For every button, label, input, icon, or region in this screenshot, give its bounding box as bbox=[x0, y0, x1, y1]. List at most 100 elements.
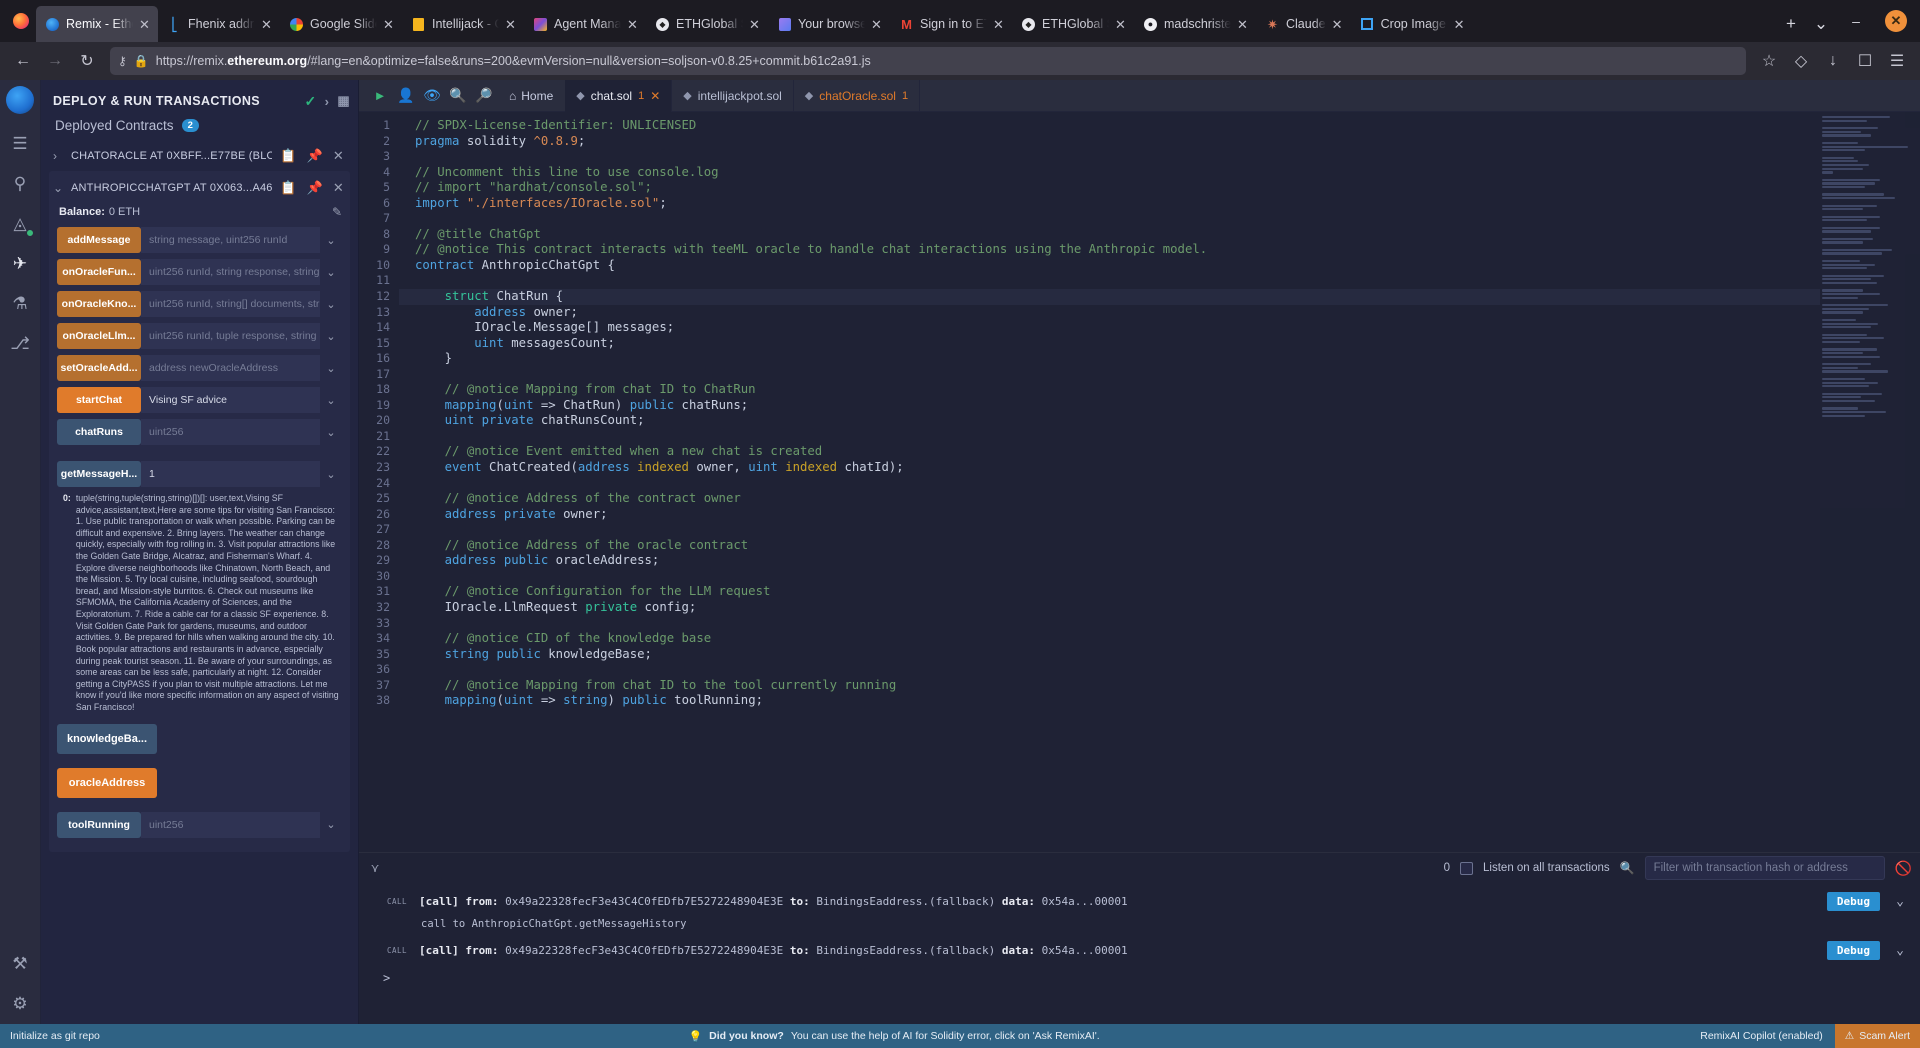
bookmark-star-icon[interactable]: ☆ bbox=[1754, 46, 1784, 76]
chevron-down-icon[interactable]: ⌄ bbox=[320, 812, 342, 838]
browser-tab-9[interactable]: ● madschristen ✕ bbox=[1134, 6, 1256, 42]
git-icon[interactable]: ⎇ bbox=[0, 324, 41, 364]
file-explorer-icon[interactable]: ☰ bbox=[0, 124, 41, 164]
solidity-compiler-icon[interactable]: ◬ bbox=[0, 204, 41, 244]
function-button[interactable]: startChat bbox=[57, 387, 141, 413]
getmessagehistory-button[interactable]: getMessageH... bbox=[57, 461, 141, 487]
edit-icon[interactable]: ✎ bbox=[332, 205, 342, 219]
chevron-down-icon[interactable]: ⌄ bbox=[320, 227, 342, 253]
tab-close-icon[interactable]: ✕ bbox=[993, 18, 1004, 31]
chevron-down-icon[interactable]: ⌄ bbox=[53, 181, 65, 195]
tab-close-icon[interactable]: ✕ bbox=[871, 18, 882, 31]
function-input[interactable]: string message, uint256 runId bbox=[141, 227, 320, 253]
forward-button[interactable]: → bbox=[40, 46, 70, 76]
browser-tab-4[interactable]: Agent Manage ✕ bbox=[524, 6, 646, 42]
plugin-manager-icon[interactable]: ⚒ bbox=[0, 944, 41, 984]
tab-close-icon[interactable]: ✕ bbox=[505, 18, 516, 31]
browser-tab-11[interactable]: Crop Image - ✕ bbox=[1351, 6, 1473, 42]
eye-icon[interactable]: 👁 bbox=[419, 80, 445, 112]
browser-tab-10[interactable]: ✷ Claude ✕ bbox=[1256, 6, 1351, 42]
chevron-down-icon[interactable]: ⌄ bbox=[320, 419, 342, 445]
browser-tab-7[interactable]: M Sign in to ETH ✕ bbox=[890, 6, 1012, 42]
terminal-prompt[interactable]: > bbox=[359, 965, 1920, 985]
pocket-icon[interactable]: ◇ bbox=[1786, 46, 1816, 76]
debug-button[interactable]: Debug bbox=[1826, 941, 1880, 960]
browser-tab-6[interactable]: Your browser ✕ bbox=[768, 6, 890, 42]
pin-icon[interactable]: 📌 bbox=[305, 148, 325, 164]
run-icon[interactable]: ► bbox=[367, 80, 393, 112]
chevron-down-icon[interactable]: ⌄ bbox=[320, 291, 342, 317]
contract-row-anthropicchatgpt[interactable]: ⌄ ANTHROPICCHATGPT AT 0X063...A46A2 (BL(… bbox=[49, 173, 350, 203]
function-input[interactable]: Vising SF advice bbox=[141, 387, 320, 413]
chevron-right-icon[interactable]: › bbox=[53, 149, 65, 163]
getmessagehistory-input[interactable]: 1 bbox=[141, 461, 320, 487]
function-input[interactable]: address newOracleAddress bbox=[141, 355, 320, 381]
copy-icon[interactable]: 📋 bbox=[278, 180, 298, 196]
browser-tab-2[interactable]: Google Slides ✕ bbox=[280, 6, 402, 42]
chevron-down-icon[interactable]: ⌄ bbox=[320, 355, 342, 381]
downloads-icon[interactable]: ↓ bbox=[1818, 46, 1848, 76]
zoom-in-icon[interactable]: 🔎 bbox=[471, 80, 497, 112]
close-window-button[interactable]: ✕ bbox=[1876, 0, 1916, 42]
tab-close-icon[interactable]: ✕ bbox=[139, 18, 150, 31]
function-input[interactable]: uint256 bbox=[141, 419, 320, 445]
tab-close-icon[interactable]: ✕ bbox=[1454, 18, 1465, 31]
function-input[interactable]: uint256 runId, string response, string e… bbox=[141, 259, 320, 285]
address-bar[interactable]: ⚷ 🔒 https://remix.ethereum.org/#lang=en&… bbox=[110, 47, 1746, 75]
no-entry-icon[interactable]: 🚫 bbox=[1895, 860, 1912, 877]
chevron-down-icon[interactable]: ⌄ bbox=[320, 259, 342, 285]
zoom-out-icon[interactable]: 🔍 bbox=[445, 80, 471, 112]
browser-tab-8[interactable]: ◆ ETHGlobal Sa ✕ bbox=[1012, 6, 1134, 42]
tab-close-icon[interactable]: ✕ bbox=[1237, 18, 1248, 31]
account-icon[interactable]: 👤 bbox=[393, 80, 419, 112]
search-icon[interactable]: ⚲ bbox=[0, 164, 41, 204]
tab-close-icon[interactable]: ✕ bbox=[261, 18, 272, 31]
knowledgebase-button[interactable]: knowledgeBa... bbox=[57, 723, 157, 754]
chevron-down-icon[interactable]: ⌄ bbox=[320, 323, 342, 349]
terminal-log-row[interactable]: CALL [call] from: 0x49a22328fecF3e43C4C0f… bbox=[359, 936, 1920, 965]
chevron-down-icon[interactable]: ⌄ bbox=[320, 387, 342, 413]
browser-tab-1[interactable]: ⎣ Fhenix addres ✕ bbox=[158, 6, 280, 42]
function-input[interactable]: uint256 runId, tuple response, string er… bbox=[141, 323, 320, 349]
tab-close-icon[interactable]: ✕ bbox=[1332, 18, 1343, 31]
source-code[interactable]: // SPDX-License-Identifier: UNLICENSED pr… bbox=[399, 112, 1820, 852]
home-tab[interactable]: ⌂ Home bbox=[497, 80, 565, 112]
tab-list-button[interactable]: ⌄ bbox=[1806, 6, 1836, 42]
function-button[interactable]: onOracleFun... bbox=[57, 259, 141, 285]
editor-tab-1[interactable]: ◆ intellijackpot.sol bbox=[672, 79, 794, 112]
code-minimap[interactable] bbox=[1820, 112, 1920, 852]
toolrunning-button[interactable]: toolRunning bbox=[57, 811, 141, 838]
tab-close-icon[interactable]: ✕ bbox=[749, 18, 760, 31]
editor-tab-2[interactable]: ◆ chatOracle.sol 1 bbox=[794, 79, 921, 112]
toolrunning-input[interactable]: uint256 bbox=[141, 811, 320, 838]
chevron-down-icon[interactable]: ⌄ bbox=[320, 461, 342, 487]
browser-tab-0[interactable]: Remix - Ether ✕ bbox=[36, 6, 158, 42]
transaction-filter-input[interactable]: Filter with transaction hash or address bbox=[1644, 856, 1885, 880]
code-area[interactable]: 1 2 3 4 5 6 7 8 9 10 11 12 13 14 15 16 17 18 19 20 21 22 23 24 2… bbox=[359, 112, 1920, 852]
tab-close-icon[interactable]: ✕ bbox=[627, 18, 638, 31]
debug-button[interactable]: Debug bbox=[1826, 892, 1880, 911]
layout-icon[interactable]: ▦ bbox=[337, 93, 350, 109]
terminal-log-row[interactable]: CALL [call] from: 0x49a22328fecF3e43C4C0f… bbox=[359, 887, 1920, 916]
copilot-status[interactable]: RemixAI Copilot (enabled) bbox=[1688, 1030, 1835, 1042]
close-icon[interactable]: ✕ bbox=[331, 148, 346, 164]
reload-button[interactable]: ↻ bbox=[72, 46, 102, 76]
terminal-log[interactable]: CALL [call] from: 0x49a22328fecF3e43C4C0f… bbox=[359, 883, 1920, 1024]
editor-tab-0[interactable]: ◆ chat.sol 1 ✕ bbox=[565, 79, 673, 112]
extensions-icon[interactable]: ☐ bbox=[1850, 46, 1880, 76]
oracleaddress-button[interactable]: oracleAddress bbox=[57, 767, 157, 798]
listen-all-checkbox[interactable] bbox=[1460, 861, 1474, 875]
copy-icon[interactable]: 📋 bbox=[278, 148, 298, 164]
tab-close-icon[interactable]: ✕ bbox=[383, 18, 394, 31]
browser-tab-5[interactable]: ◆ ETHGlobal Sa ✕ bbox=[646, 6, 768, 42]
git-repo-status[interactable]: Initialize as git repo bbox=[0, 1030, 100, 1042]
function-button[interactable]: addMessage bbox=[57, 227, 141, 253]
pin-icon[interactable]: 📌 bbox=[305, 180, 325, 196]
new-tab-button[interactable]: + bbox=[1776, 6, 1806, 42]
settings-icon[interactable]: ⚙ bbox=[0, 984, 41, 1024]
minimize-window-button[interactable]: – bbox=[1836, 0, 1876, 42]
editor-tab-close-icon[interactable]: ✕ bbox=[650, 89, 660, 103]
check-icon[interactable]: ✓ bbox=[304, 93, 316, 110]
deploy-run-icon[interactable]: ✈ bbox=[0, 244, 41, 284]
function-button[interactable]: onOracleKno... bbox=[57, 291, 141, 317]
